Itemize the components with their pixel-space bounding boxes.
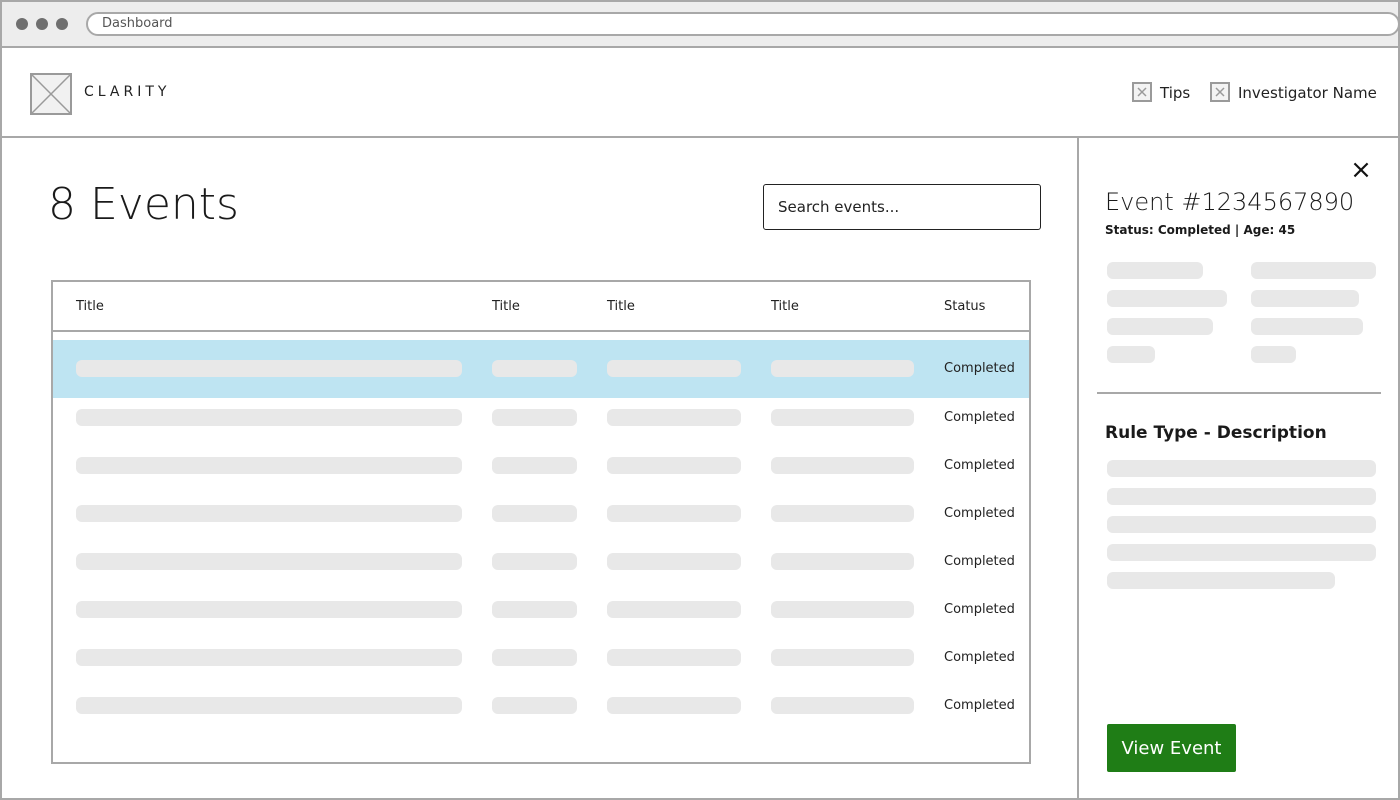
cell-placeholder xyxy=(607,649,741,666)
detail-placeholder xyxy=(1107,346,1155,363)
cell-placeholder xyxy=(492,360,577,377)
cell-placeholder xyxy=(76,457,462,474)
rule-placeholder xyxy=(1107,516,1376,533)
detail-placeholder xyxy=(1251,318,1363,335)
cell-placeholder xyxy=(76,553,462,570)
cell-placeholder xyxy=(492,601,577,618)
cell-placeholder xyxy=(492,505,577,522)
event-status-age: Status: Completed | Age: 45 xyxy=(1105,223,1296,237)
table-row[interactable]: Completed xyxy=(53,542,1029,590)
status-cell: Completed xyxy=(944,410,1015,425)
table-row[interactable]: Completed xyxy=(53,686,1029,734)
events-table: Title Title Title Title Status Completed… xyxy=(51,280,1031,764)
user-menu[interactable]: Investigator Name xyxy=(1210,81,1377,104)
table-header: Title Title Title Title Status xyxy=(53,282,1029,332)
cell-placeholder xyxy=(492,697,577,714)
cell-placeholder xyxy=(771,649,914,666)
cell-placeholder xyxy=(607,505,741,522)
detail-placeholder xyxy=(1251,262,1376,279)
address-bar[interactable]: Dashboard xyxy=(86,12,1400,36)
user-avatar-icon xyxy=(1210,81,1230,102)
table-row[interactable]: Completed xyxy=(53,494,1029,542)
cell-placeholder xyxy=(492,409,577,426)
brand-name: CLARITY xyxy=(84,84,171,100)
cell-placeholder xyxy=(607,697,741,714)
tips-link[interactable]: Tips xyxy=(1132,81,1191,104)
window-close-dot[interactable] xyxy=(16,18,28,30)
cell-placeholder xyxy=(76,409,462,426)
status-cell: Completed xyxy=(944,361,1015,376)
browser-window: Dashboard CLARITY Tips Investigator Name… xyxy=(0,0,1400,800)
table-row[interactable]: Completed xyxy=(53,638,1029,686)
cell-placeholder xyxy=(607,553,741,570)
table-row-selected[interactable]: Completed xyxy=(53,340,1029,398)
column-header-title-3[interactable]: Title xyxy=(607,299,635,314)
cell-placeholder xyxy=(771,409,914,426)
cell-placeholder xyxy=(771,457,914,474)
app-header: CLARITY Tips Investigator Name xyxy=(2,48,1398,138)
cell-placeholder xyxy=(607,409,741,426)
panel-separator xyxy=(1097,392,1381,394)
detail-placeholder xyxy=(1251,346,1296,363)
close-icon[interactable]: × xyxy=(1349,157,1373,183)
search-input[interactable] xyxy=(763,184,1041,230)
cell-placeholder xyxy=(771,505,914,522)
cell-placeholder xyxy=(607,601,741,618)
cell-placeholder xyxy=(607,457,741,474)
detail-placeholder xyxy=(1251,290,1359,307)
table-row[interactable]: Completed xyxy=(53,446,1029,494)
cell-placeholder xyxy=(607,360,741,377)
page-title: 8 Events xyxy=(48,179,239,230)
status-cell: Completed xyxy=(944,698,1015,713)
cell-placeholder xyxy=(492,457,577,474)
cell-placeholder xyxy=(771,601,914,618)
cell-placeholder xyxy=(771,697,914,714)
cell-placeholder xyxy=(76,601,462,618)
rule-placeholder xyxy=(1107,488,1376,505)
tips-icon xyxy=(1132,81,1152,102)
cell-placeholder xyxy=(76,505,462,522)
tips-label: Tips xyxy=(1160,84,1191,102)
window-maximize-dot[interactable] xyxy=(56,18,68,30)
rule-placeholder xyxy=(1107,572,1335,589)
rule-placeholder xyxy=(1107,460,1376,477)
rule-placeholder xyxy=(1107,544,1376,561)
cell-placeholder xyxy=(76,649,462,666)
column-header-title-4[interactable]: Title xyxy=(771,299,799,314)
column-header-status[interactable]: Status xyxy=(944,299,985,314)
table-row[interactable]: Completed xyxy=(53,398,1029,446)
logo-placeholder-icon xyxy=(30,73,72,115)
detail-placeholder xyxy=(1107,318,1213,335)
events-main: 8 Events Title Title Title Title Status … xyxy=(2,138,1077,798)
detail-placeholder xyxy=(1107,262,1203,279)
status-cell: Completed xyxy=(944,650,1015,665)
table-row[interactable]: Completed xyxy=(53,590,1029,638)
cell-placeholder xyxy=(771,553,914,570)
detail-placeholder xyxy=(1107,290,1227,307)
cell-placeholder xyxy=(771,360,914,377)
status-cell: Completed xyxy=(944,602,1015,617)
status-cell: Completed xyxy=(944,506,1015,521)
cell-placeholder xyxy=(76,697,462,714)
column-header-title-2[interactable]: Title xyxy=(492,299,520,314)
status-cell: Completed xyxy=(944,554,1015,569)
rule-heading: Rule Type - Description xyxy=(1105,423,1327,443)
event-detail-panel: × Event #1234567890 Status: Completed | … xyxy=(1079,138,1398,798)
event-title: Event #1234567890 xyxy=(1105,188,1355,216)
status-cell: Completed xyxy=(944,458,1015,473)
cell-placeholder xyxy=(76,360,462,377)
browser-chrome: Dashboard xyxy=(2,2,1400,48)
cell-placeholder xyxy=(492,553,577,570)
cell-placeholder xyxy=(492,649,577,666)
column-header-title[interactable]: Title xyxy=(76,299,104,314)
view-event-button[interactable]: View Event xyxy=(1107,724,1236,772)
window-minimize-dot[interactable] xyxy=(36,18,48,30)
user-name: Investigator Name xyxy=(1238,84,1377,102)
